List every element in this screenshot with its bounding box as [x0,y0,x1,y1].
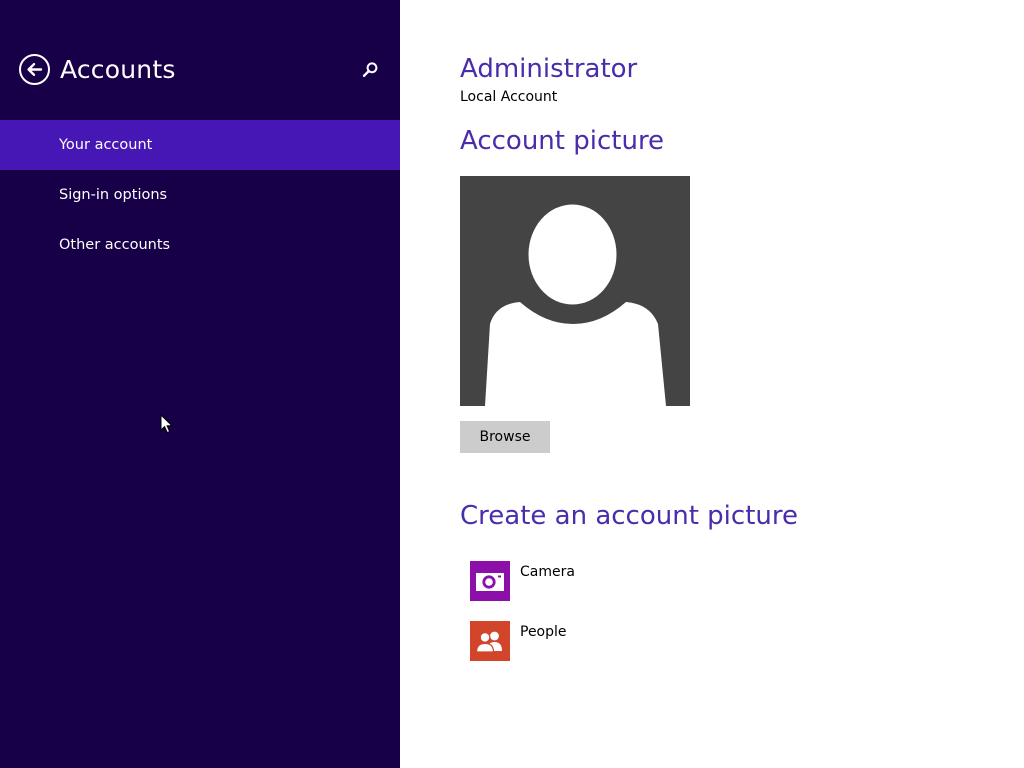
search-icon [362,62,378,78]
search-button[interactable] [360,60,380,80]
account-type: Local Account [460,89,558,105]
back-button[interactable] [19,54,50,85]
settings-window: Accounts Your account Sign-in options Ot… [0,0,1024,768]
camera-tile [470,561,510,601]
camera-icon [476,573,504,591]
people-icon [475,631,502,653]
sidebar-item-sign-in-options[interactable]: Sign-in options [0,170,400,220]
camera-label: Camera [520,564,575,580]
sidebar: Accounts Your account Sign-in options Ot… [0,0,400,768]
back-arrow-icon [27,62,43,77]
browse-button[interactable]: Browse [460,421,550,453]
sidebar-item-other-accounts[interactable]: Other accounts [0,220,400,270]
account-picture-heading: Account picture [460,126,665,156]
avatar [460,176,690,406]
sidebar-item-your-account[interactable]: Your account [0,120,400,170]
create-account-picture-heading: Create an account picture [460,501,798,531]
sidebar-title: Accounts [60,55,176,84]
people-label: People [520,624,567,640]
people-tile [470,621,510,661]
people-app-item[interactable]: People [470,621,770,661]
main-content: Administrator Local Account Account pict… [400,0,1024,768]
sidebar-nav: Your account Sign-in options Other accou… [0,120,400,270]
account-name: Administrator [460,54,638,84]
camera-app-item[interactable]: Camera [470,561,770,601]
user-silhouette-icon [485,204,666,406]
mouse-cursor-icon [160,414,174,434]
